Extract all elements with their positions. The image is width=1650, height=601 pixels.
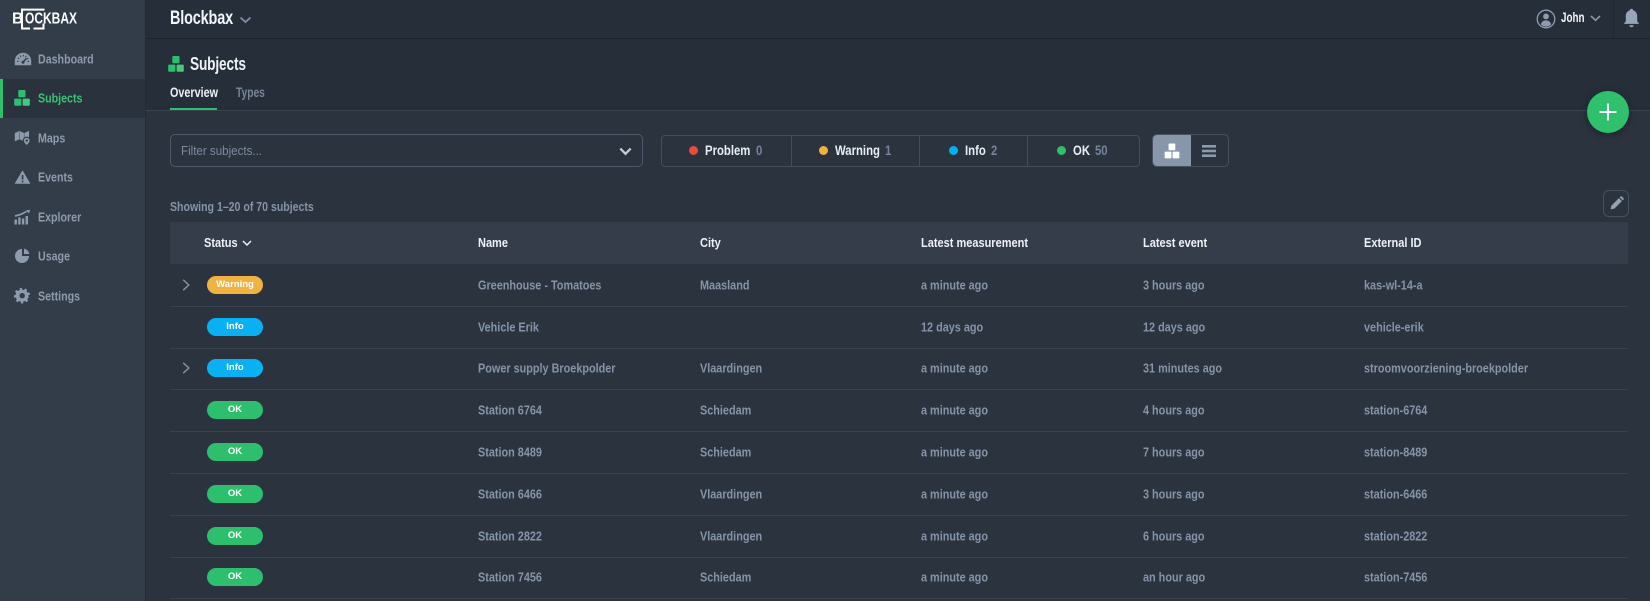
svg-text:OCKBAX: OCKBAX [25, 10, 78, 27]
svg-text:B: B [12, 10, 23, 27]
